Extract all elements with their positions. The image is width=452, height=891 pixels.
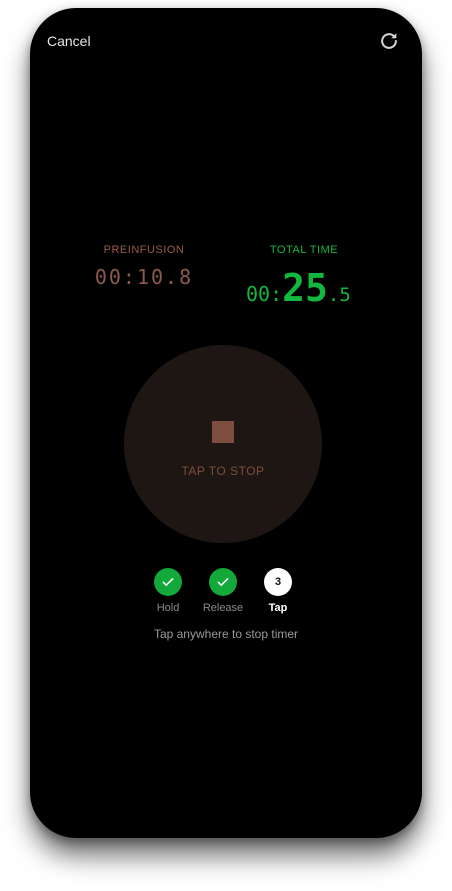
total-time-minutes: 00: [246, 282, 283, 306]
total-time-seconds: 25 [282, 266, 328, 310]
total-time-tenths: .5 [327, 284, 351, 306]
step-tap: 3 Tap [248, 568, 308, 614]
preinfusion-time: 00:10.8 [94, 265, 194, 289]
preinfusion-label: PREINFUSION [103, 244, 185, 256]
step-label: Hold [156, 602, 180, 614]
step-label: Release [202, 602, 244, 614]
step-label: Tap [268, 602, 288, 614]
total-time-value: 00:25.5 [246, 266, 351, 310]
total-time-label: TOTAL TIME [269, 244, 339, 256]
check-icon [154, 568, 182, 596]
stop-button-label: TAP TO STOP [181, 464, 265, 478]
phone-screen: Cancel PREINFUSION 00:10.8 TOTAL TIME 00… [30, 8, 422, 838]
refresh-icon[interactable] [378, 30, 400, 52]
stop-icon [212, 421, 234, 443]
step-number: 3 [264, 568, 292, 596]
check-icon [209, 568, 237, 596]
step-release: Release [193, 568, 253, 614]
hint-text: Tap anywhere to stop timer [153, 627, 299, 641]
step-hold: Hold [138, 568, 198, 614]
stop-button[interactable]: TAP TO STOP [124, 345, 322, 543]
cancel-button[interactable]: Cancel [47, 33, 91, 49]
